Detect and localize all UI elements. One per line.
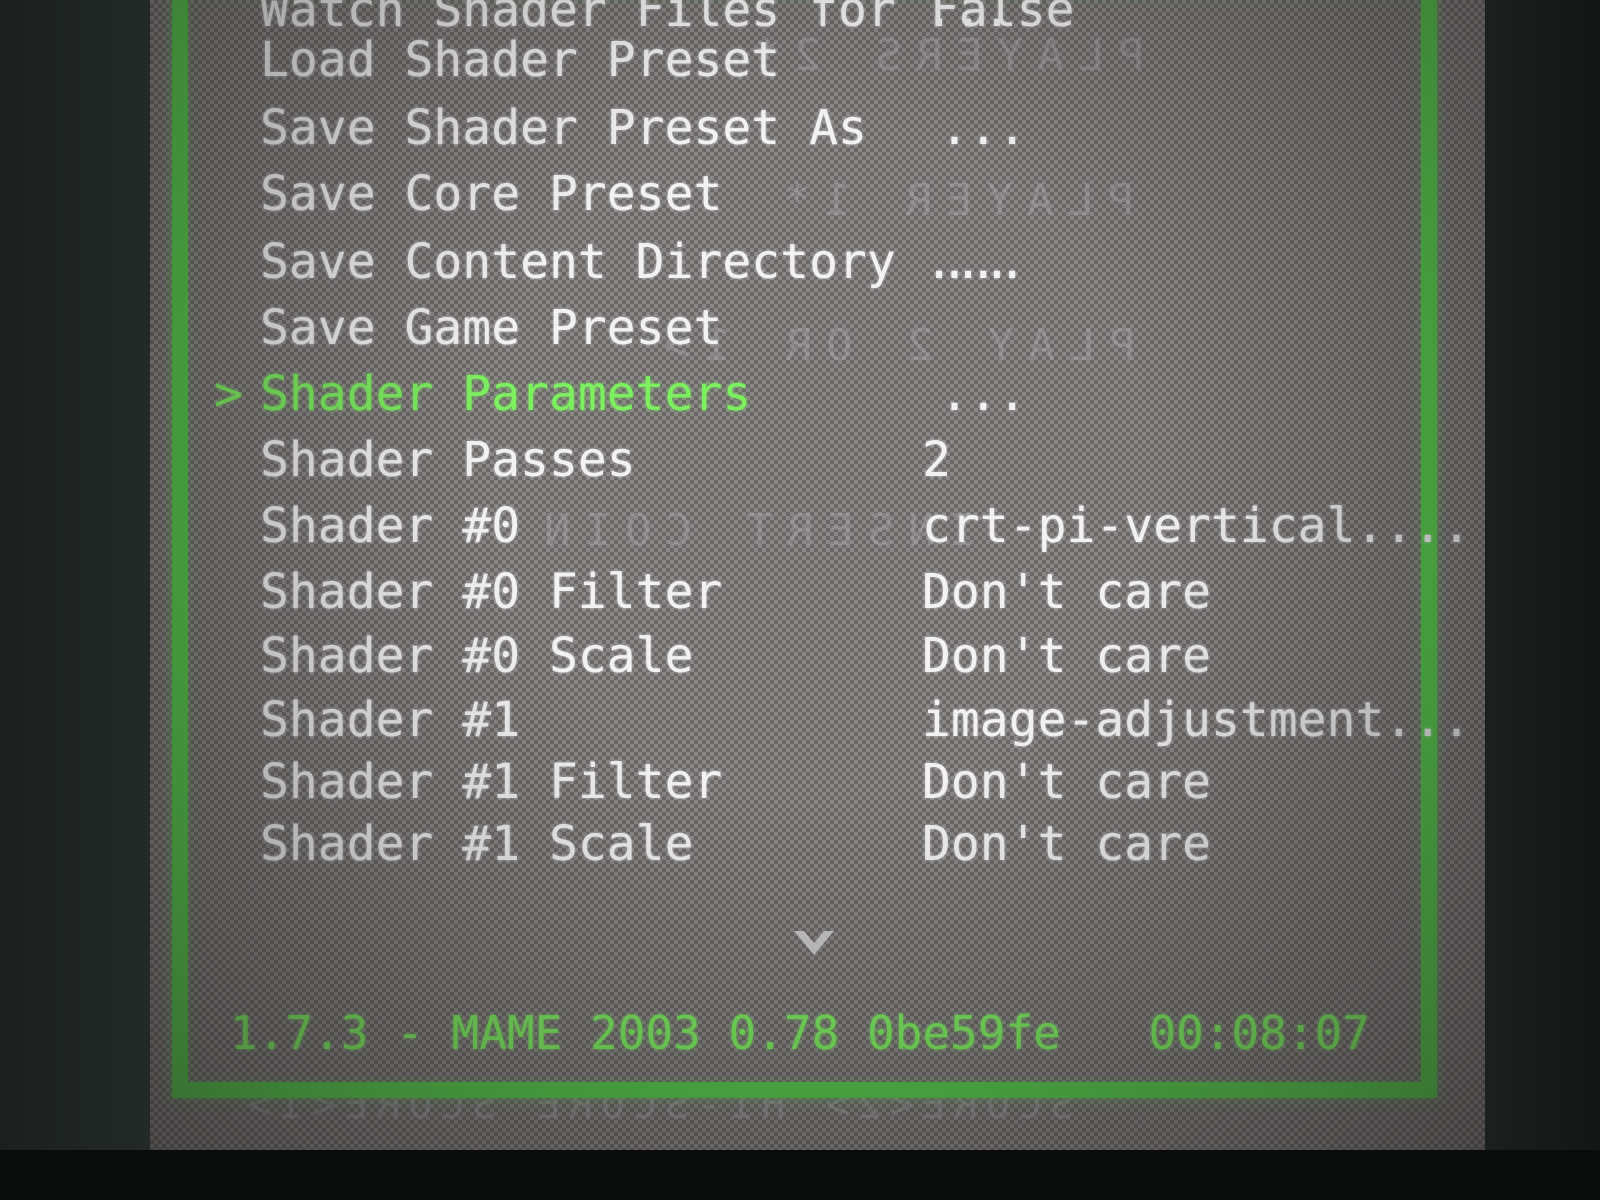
menu-item-shader-1-filter[interactable]: Shader #1 Filter Don't care: [250, 750, 1390, 814]
menu-item-label: Load Shader Preset: [260, 32, 781, 88]
menu-item-label: Shader #0: [260, 498, 521, 554]
menu-item-label: Shader Parameters: [260, 366, 752, 422]
menu-item-save-shader-preset-as[interactable]: Save Shader Preset As ...: [250, 96, 1390, 160]
menu-item-label: Shader #0 Scale: [260, 628, 694, 684]
menu-item-label: Shader #1 Scale: [260, 816, 694, 872]
chevron-down-icon: [794, 931, 834, 955]
menu-item-value: image-adjustment...: [922, 692, 1472, 748]
crt-screen: PLAYERS 2* PLAYER 1* PLAY 2 OR 1> INSERT…: [150, 0, 1485, 1150]
menu-item-label: Save Shader Preset As: [260, 100, 867, 156]
menu-item-label: Shader Passes: [260, 432, 636, 488]
menu-item-label: Save Content Directory ...: [260, 234, 1012, 290]
menu-item-value: Don't care: [922, 564, 1211, 620]
menu-item-value: Don't care: [922, 816, 1211, 872]
menu-item-shader-parameters[interactable]: > Shader Parameters ...: [214, 362, 1390, 426]
menu-item-value: Don't care: [922, 754, 1211, 810]
menu-item-save-game-preset[interactable]: Save Game Preset: [250, 296, 1390, 360]
menu-item-save-content-directory[interactable]: Save Content Directory ... ...: [250, 230, 1390, 294]
status-bar: 1.7.3 - MAME 2003 0.78 0be59fe 00:08:07: [230, 998, 1370, 1068]
menu-item-value: ...: [940, 234, 1027, 290]
menu-item-shader-1[interactable]: Shader #1 image-adjustment...: [250, 688, 1471, 752]
crt-monitor: PLAYERS 2* PLAYER 1* PLAY 2 OR 1> INSERT…: [0, 0, 1600, 1200]
menu-item-shader-0-scale[interactable]: Shader #0 Scale Don't care: [250, 624, 1390, 688]
core-version-label: 1.7.3 - MAME 2003 0.78 0be59fe: [230, 1006, 1061, 1060]
menu-item-value: ...: [940, 100, 1027, 156]
menu-item-shader-passes[interactable]: Shader Passes 2: [250, 428, 1390, 492]
menu-item-label: Save Core Preset: [260, 166, 723, 222]
menu-item-label: Shader #1: [260, 692, 521, 748]
menu-item-save-core-preset[interactable]: Save Core Preset: [250, 162, 1390, 226]
menu-item-value: ...: [940, 366, 1027, 422]
menu-item-label: Shader #1 Filter: [260, 754, 723, 810]
clock-label: 00:08:07: [1148, 1006, 1370, 1060]
menu-item-label: Save Game Preset: [260, 300, 723, 356]
menu-item-value: 2: [922, 432, 951, 488]
menu-item-label: Shader #0 Filter: [260, 564, 723, 620]
menu-item-shader-0-filter[interactable]: Shader #0 Filter Don't care: [250, 560, 1390, 624]
monitor-bezel: [0, 1150, 1600, 1200]
menu-item-shader-1-scale[interactable]: Shader #1 Scale Don't care: [250, 812, 1390, 876]
selection-cursor: >: [214, 366, 243, 422]
menu-item-shader-0[interactable]: Shader #0 crt-pi-vertical....: [250, 494, 1471, 558]
menu-item-value: Don't care: [922, 628, 1211, 684]
menu-item-value: crt-pi-vertical....: [922, 498, 1472, 554]
menu-item-load-shader-preset[interactable]: Load Shader Preset: [250, 28, 1390, 92]
